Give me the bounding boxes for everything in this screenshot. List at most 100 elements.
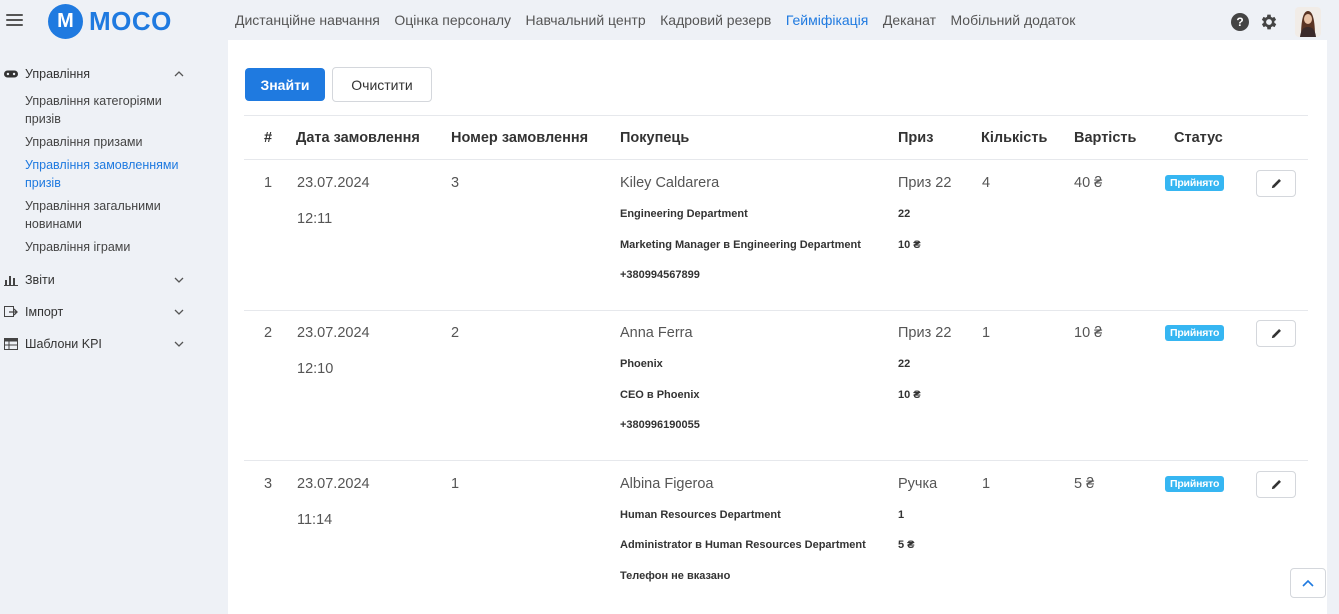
topnav-training-center[interactable]: Навчальний центр	[526, 12, 646, 28]
table-top-divider	[244, 115, 1308, 116]
table-icon	[4, 338, 18, 350]
column-header-buyer: Покупець	[620, 130, 690, 146]
row-divider	[244, 460, 1308, 461]
column-header-number: #	[264, 130, 273, 146]
row-divider	[244, 310, 1308, 311]
column-header-status: Статус	[1174, 130, 1223, 146]
prize-price: 10 ₴	[898, 239, 921, 251]
row-number: 1	[264, 175, 273, 191]
logo-mark: M	[48, 3, 83, 39]
row-number: 2	[264, 325, 273, 341]
find-button[interactable]: Знайти	[245, 68, 325, 101]
gear-icon[interactable]	[1259, 12, 1279, 32]
status-badge: Прийнято	[1165, 175, 1225, 191]
prize-name: Ручка	[898, 476, 938, 492]
buyer-position: Marketing Manager в Engineering Departme…	[620, 239, 861, 251]
page-scrollbar[interactable]	[1327, 0, 1339, 614]
topnav-mobile-app[interactable]: Мобільний додаток	[950, 12, 1075, 28]
user-avatar[interactable]	[1295, 7, 1321, 37]
sidebar: Управління Управління категоріями призів…	[0, 40, 228, 614]
order-number: 1	[451, 476, 460, 492]
clear-button[interactable]: Очистити	[332, 67, 432, 102]
main-card	[228, 40, 1327, 614]
sidebar-group-reports[interactable]: Звіти	[0, 273, 200, 287]
edit-button[interactable]	[1256, 170, 1296, 197]
prize-name: Приз 22	[898, 175, 952, 191]
pencil-icon	[1271, 480, 1281, 490]
column-header-order-number: Номер замовлення	[451, 130, 589, 146]
sidebar-group-import[interactable]: Імпорт	[0, 305, 200, 319]
buyer-phone: +380994567899	[620, 269, 700, 281]
bar-chart-icon	[4, 276, 18, 286]
quantity: 1	[982, 325, 991, 341]
row-number: 3	[264, 476, 273, 492]
order-number: 2	[451, 325, 460, 341]
sidebar-group-label: Шаблони KPI	[25, 337, 102, 351]
sidebar-item-prize-orders[interactable]: Управління замовленнями призів	[25, 156, 185, 192]
top-header: M MOCO Дистанційне навчання Оцінка персо…	[0, 0, 1339, 40]
edit-button[interactable]	[1256, 471, 1296, 498]
sidebar-group-label: Звіти	[25, 273, 55, 287]
sidebar-item-general-news[interactable]: Управління загальними новинами	[25, 197, 185, 233]
status-badge: Прийнято	[1165, 476, 1225, 492]
buyer-name: Kiley Caldarera	[620, 175, 720, 191]
help-icon[interactable]: ?	[1231, 13, 1249, 31]
scroll-to-top-button[interactable]	[1290, 568, 1326, 598]
sidebar-group-label: Управління	[25, 67, 91, 81]
quantity: 4	[982, 175, 991, 191]
sidebar-group-management[interactable]: Управління	[0, 67, 200, 81]
edit-button[interactable]	[1256, 320, 1296, 347]
sidebar-item-prize-categories[interactable]: Управління категоріями призів	[25, 92, 185, 128]
buyer-name: Anna Ferra	[620, 325, 693, 341]
hamburger-menu-icon[interactable]	[6, 14, 23, 26]
buyer-department: Engineering Department	[620, 208, 748, 220]
chevron-up-icon	[1302, 579, 1314, 587]
chevron-down-icon[interactable]	[174, 307, 184, 317]
chevron-down-icon[interactable]	[174, 339, 184, 349]
order-date: 23.07.2024	[297, 175, 370, 191]
topnav-personnel-reserve[interactable]: Кадровий резерв	[660, 12, 771, 28]
topnav-personnel-assessment[interactable]: Оцінка персоналу	[394, 12, 511, 28]
logo-text: MOCO	[89, 5, 172, 36]
table-header-divider	[244, 159, 1308, 160]
app-logo[interactable]: M MOCO	[48, 3, 172, 39]
topnav-deanery[interactable]: Деканат	[883, 12, 936, 28]
sidebar-item-prizes[interactable]: Управління призами	[25, 133, 185, 151]
header-icons: ?	[1231, 7, 1321, 37]
prize-detail: 22	[898, 358, 911, 370]
buyer-phone: +380996190055	[620, 419, 700, 431]
pencil-icon	[1271, 179, 1281, 189]
sidebar-group-label: Імпорт	[25, 305, 64, 319]
order-time: 12:10	[297, 361, 334, 377]
buyer-department: Human Resources Department	[620, 509, 781, 521]
sidebar-group-kpi-templates[interactable]: Шаблони KPI	[0, 337, 200, 351]
topnav-distance-learning[interactable]: Дистанційне навчання	[235, 12, 380, 28]
buyer-department: Phoenix	[620, 358, 663, 370]
buyer-phone: Телефон не вказано	[620, 570, 731, 582]
quantity: 1	[982, 476, 991, 492]
prize-price: 5 ₴	[898, 539, 915, 551]
column-header-date: Дата замовлення	[296, 130, 420, 146]
topnav-gamification[interactable]: Гейміфікація	[786, 12, 869, 28]
sidebar-item-games[interactable]: Управління іграми	[25, 238, 185, 256]
chevron-up-icon[interactable]	[174, 69, 184, 79]
prize-price: 10 ₴	[898, 389, 921, 401]
status-badge: Прийнято	[1165, 325, 1225, 341]
import-icon	[4, 306, 18, 317]
buyer-position: CEO в Phoenix	[620, 389, 700, 401]
buyer-position: Administrator в Human Resources Departme…	[620, 539, 866, 551]
order-time: 11:14	[297, 512, 333, 528]
order-number: 3	[451, 175, 460, 191]
order-date: 23.07.2024	[297, 476, 370, 492]
total-cost: 40 ₴	[1074, 175, 1103, 191]
prize-name: Приз 22	[898, 325, 952, 341]
prize-detail: 1	[898, 509, 905, 521]
chevron-down-icon[interactable]	[174, 275, 184, 285]
column-header-cost: Вартість	[1074, 130, 1137, 146]
order-date: 23.07.2024	[297, 325, 370, 341]
column-header-quantity: Кількість	[981, 130, 1048, 146]
gamepad-icon	[4, 70, 18, 78]
top-navigation: Дистанційне навчання Оцінка персоналу На…	[235, 12, 1090, 28]
total-cost: 10 ₴	[1074, 325, 1103, 341]
buyer-name: Albina Figeroa	[620, 476, 714, 492]
